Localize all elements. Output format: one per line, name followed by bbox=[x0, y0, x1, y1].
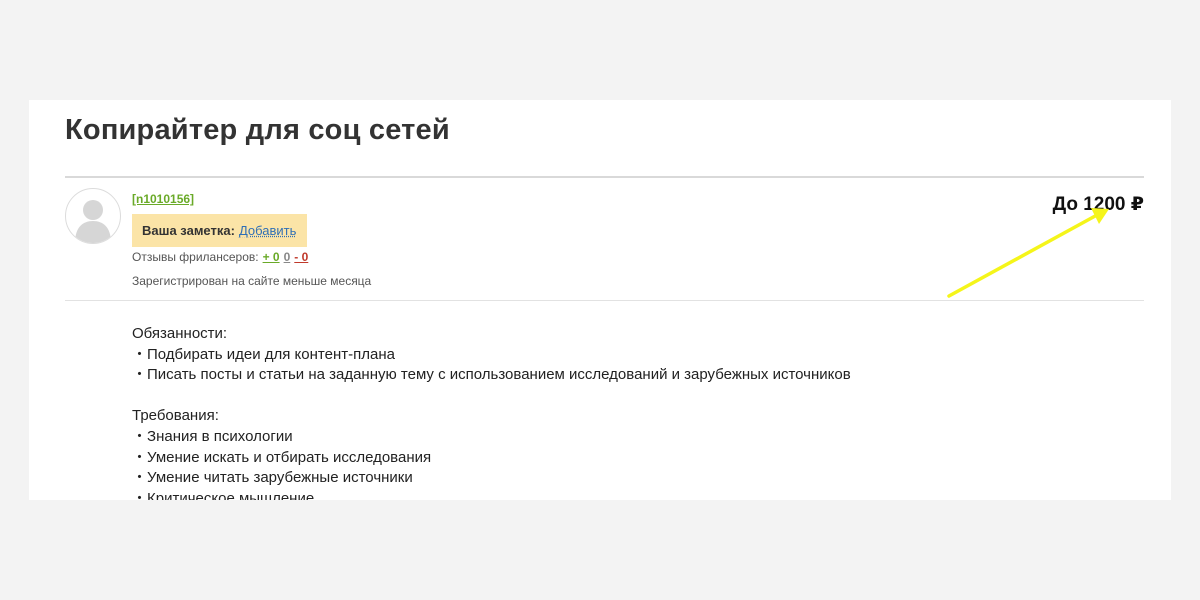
title-divider bbox=[65, 176, 1144, 178]
freelancer-reviews: Отзывы фрилансеров: + 0 0 - 0 bbox=[132, 250, 308, 264]
duty-item: Подбирать идеи для контент-плана bbox=[132, 345, 851, 366]
requirement-item: Критическое мышление bbox=[132, 489, 851, 500]
requirements-heading: Требования: bbox=[132, 407, 219, 425]
duties-heading: Обязанности: bbox=[132, 325, 228, 342]
requirement-item: Умение читать зарубежные источники bbox=[132, 468, 851, 489]
job-title: Копирайтер для соц сетей bbox=[65, 114, 450, 146]
note-label: Ваша заметка: bbox=[142, 223, 235, 238]
header-divider bbox=[65, 300, 1144, 301]
reviews-label: Отзывы фрилансеров: bbox=[132, 250, 259, 264]
requirement-item: Умение искать и отбирать исследования bbox=[132, 448, 851, 469]
requirement-item: Знания в психологии bbox=[132, 427, 851, 448]
job-description: Обязанности: Подбирать идеи для контент-… bbox=[132, 324, 851, 500]
avatar[interactable] bbox=[65, 188, 121, 244]
job-card: Копирайтер для соц сетей [n1010156] Ваша… bbox=[29, 100, 1171, 500]
reviews-negative-link[interactable]: - 0 bbox=[294, 250, 308, 264]
job-price: До 1200 ₽ bbox=[1052, 194, 1144, 215]
note-add-link[interactable]: Добавить bbox=[239, 223, 296, 238]
note-box: Ваша заметка: Добавить bbox=[132, 214, 307, 247]
duty-item: Писать посты и статьи на заданную тему с… bbox=[132, 365, 851, 386]
registration-status: Зарегистрирован на сайте меньше месяца bbox=[132, 274, 372, 288]
reviews-positive-link[interactable]: + 0 bbox=[263, 250, 280, 264]
user-silhouette-icon bbox=[75, 200, 111, 243]
author-username-link[interactable]: [n1010156] bbox=[132, 192, 194, 206]
reviews-neutral-link[interactable]: 0 bbox=[284, 250, 291, 264]
